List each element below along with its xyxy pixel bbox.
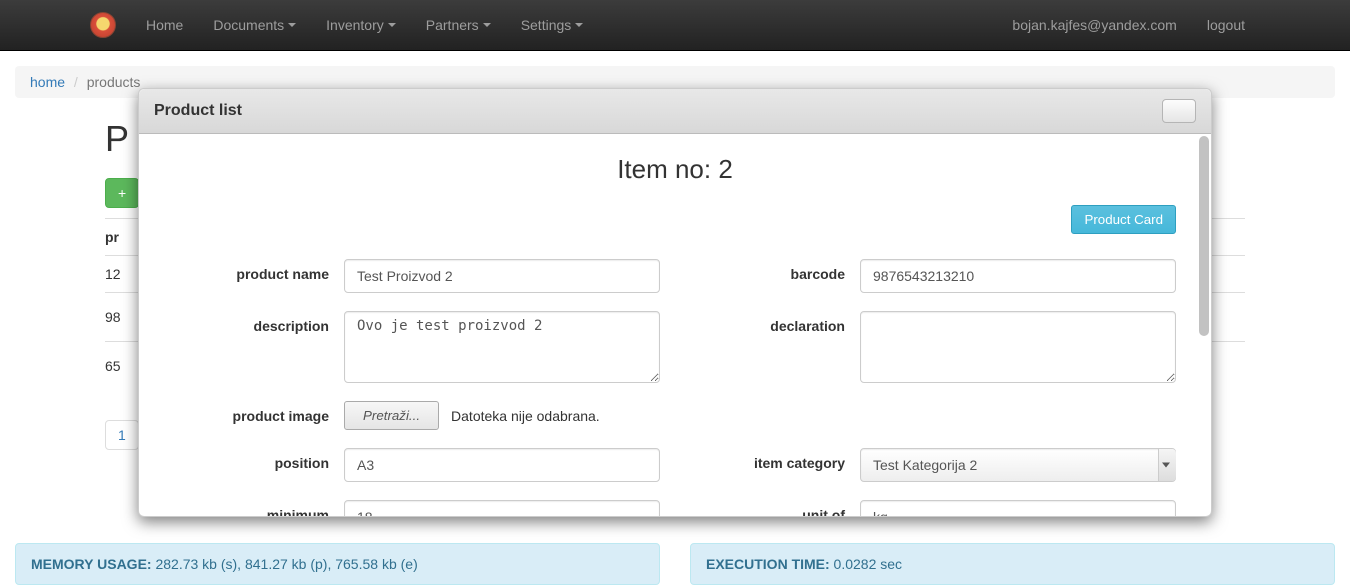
nav-home[interactable]: Home [131,2,198,48]
nav-logout[interactable]: logout [1192,2,1260,48]
item-number-title: Item no: 2 [174,154,1176,185]
nav-documents-label: Documents [213,17,284,33]
barcode-input[interactable] [860,259,1176,293]
memory-usage-panel: MEMORY USAGE: 282.73 kb (s), 841.27 kb (… [15,543,660,585]
modal-scrollbar[interactable] [1199,136,1209,336]
add-button[interactable]: + [105,178,139,208]
nav-settings[interactable]: Settings [506,2,599,48]
position-label: position [174,448,344,471]
breadcrumb-home[interactable]: home [30,74,65,90]
file-browse-button[interactable]: Pretraži... [344,401,439,430]
form-row: product image Pretraži... Datoteka nije … [174,401,1176,430]
nav-right: bojan.kajfes@yandex.com logout [997,2,1260,48]
form-col: barcode [690,259,1176,293]
modal-body-wrap: Item no: 2 Product Card product name bar… [139,134,1211,516]
nav-left: Home Documents Inventory Partners Settin… [131,2,598,48]
chevron-down-icon [575,23,583,27]
unit-of-label: unit of [690,500,860,516]
product-card-row: Product Card [174,205,1176,234]
modal-title: Product list [154,102,242,120]
product-name-label: product name [174,259,344,282]
page-1[interactable]: 1 [105,420,139,450]
file-input-row: Pretraži... Datoteka nije odabrana. [344,401,660,430]
pagination: 1 [105,420,139,450]
brand-logo-link[interactable] [90,12,116,38]
chevron-down-icon [288,23,296,27]
chevron-down-icon [483,23,491,27]
form-row: minimum unit of [174,500,1176,516]
declaration-label: declaration [690,311,860,334]
position-input[interactable] [344,448,660,482]
breadcrumb-current: products [87,74,141,90]
navbar: Home Documents Inventory Partners Settin… [0,0,1350,51]
navbar-inner: Home Documents Inventory Partners Settin… [90,2,1260,48]
nav-documents[interactable]: Documents [198,2,311,48]
memory-usage-value: 282.73 kb (s), 841.27 kb (p), 765.58 kb … [152,556,418,572]
item-category-select-wrap: Test Kategorija 2 [860,448,1176,482]
minimum-input[interactable] [344,500,660,516]
item-category-select[interactable]: Test Kategorija 2 [860,448,1176,482]
form-col: product image Pretraži... Datoteka nije … [174,401,660,430]
form-col: position [174,448,660,482]
nav-partners[interactable]: Partners [411,2,506,48]
execution-time-value: 0.0282 sec [830,556,902,572]
nav-settings-label: Settings [521,17,572,33]
form-col: description Ovo je test proizvod 2 [174,311,660,383]
form-row: product name barcode [174,259,1176,293]
description-label: description [174,311,344,334]
nav-user[interactable]: bojan.kajfes@yandex.com [997,2,1191,48]
file-status-text: Datoteka nije odabrana. [451,408,600,424]
description-textarea[interactable]: Ovo je test proizvod 2 [344,311,660,383]
footer-row: MEMORY USAGE: 282.73 kb (s), 841.27 kb (… [15,543,1335,585]
form-row: position item category Test Kategorija 2 [174,448,1176,482]
product-card-button[interactable]: Product Card [1071,205,1176,234]
memory-usage-label: MEMORY USAGE: [31,556,152,572]
nav-inventory[interactable]: Inventory [311,2,411,48]
breadcrumb-separator: / [69,74,83,90]
form-col: product name [174,259,660,293]
form-col: unit of [690,500,1176,516]
brand-logo-icon [90,12,116,38]
barcode-label: barcode [690,259,860,282]
minimum-label: minimum [174,500,344,516]
form-col: minimum [174,500,660,516]
nav-inventory-label: Inventory [326,17,384,33]
execution-time-label: EXECUTION TIME: [706,556,830,572]
form-col: declaration [690,311,1176,383]
product-name-input[interactable] [344,259,660,293]
chevron-down-icon [388,23,396,27]
product-image-label: product image [174,401,344,424]
execution-time-panel: EXECUTION TIME: 0.0282 sec [690,543,1335,585]
unit-of-input[interactable] [860,500,1176,516]
nav-partners-label: Partners [426,17,479,33]
form-col: item category Test Kategorija 2 [690,448,1176,482]
modal-body: Item no: 2 Product Card product name bar… [139,134,1211,516]
item-category-label: item category [690,448,860,471]
form-row: description Ovo je test proizvod 2 decla… [174,311,1176,383]
declaration-textarea[interactable] [860,311,1176,383]
modal-close-button[interactable] [1162,99,1196,123]
modal-header: Product list [139,89,1211,134]
product-modal: Product list Item no: 2 Product Card pro… [138,88,1212,517]
